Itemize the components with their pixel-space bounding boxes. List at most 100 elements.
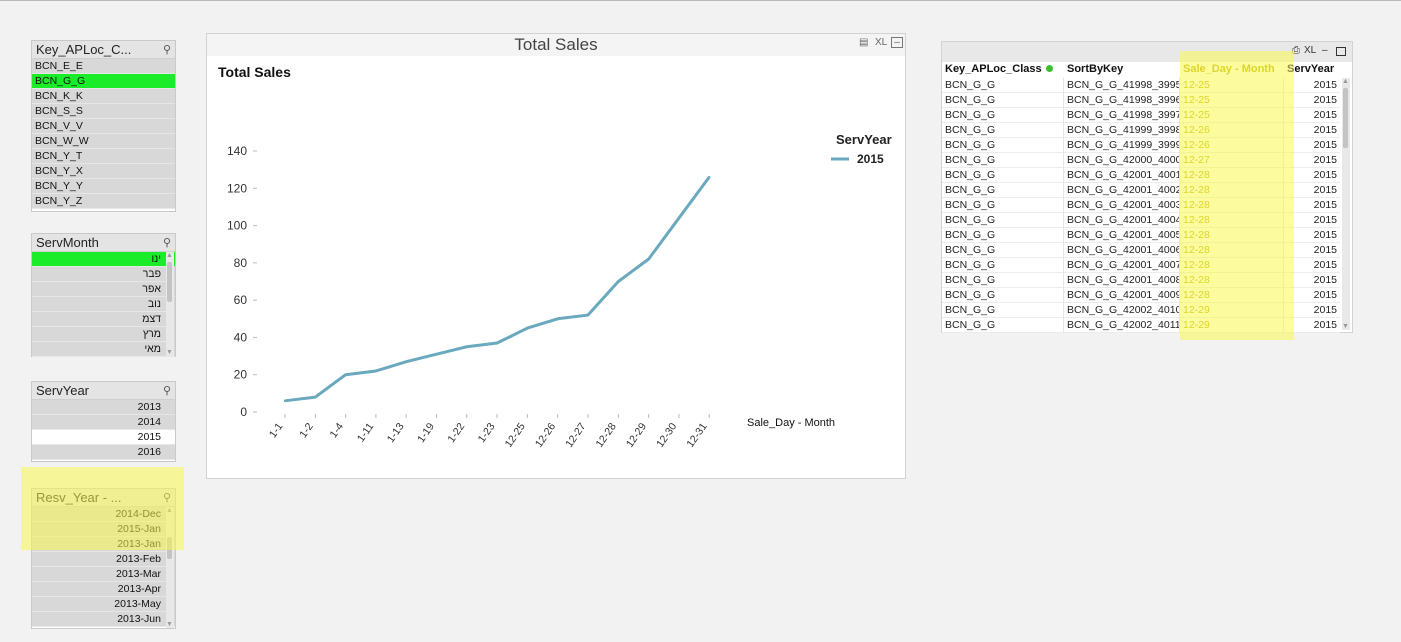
list-item[interactable]: 2013 bbox=[32, 400, 175, 415]
table-row[interactable]: BCN_G_G BCN_G_G_42000_4000 12-27 2015 bbox=[942, 153, 1340, 168]
list-item[interactable]: BCN_Y_Y bbox=[32, 179, 175, 194]
series-line bbox=[284, 176, 711, 403]
table-cell: BCN_G_G_41998_3995 bbox=[1064, 78, 1180, 93]
list-item[interactable]: 2013-Jun bbox=[32, 612, 175, 627]
list-item[interactable]: מאי bbox=[32, 342, 175, 357]
list-item[interactable]: 2013-Apr bbox=[32, 582, 175, 597]
listbox-title: ServYear bbox=[36, 383, 89, 398]
data-point bbox=[647, 257, 650, 261]
list-item[interactable]: מרץ bbox=[32, 327, 175, 342]
list-item[interactable]: BCN_W_W bbox=[32, 134, 175, 149]
list-item[interactable]: נוב bbox=[32, 297, 175, 312]
list-item[interactable]: 2015 bbox=[32, 430, 175, 445]
table-row[interactable]: BCN_G_G BCN_G_G_42001_4004 12-28 2015 bbox=[942, 213, 1340, 228]
listbox-scrollbar[interactable]: ▲ ▼ bbox=[166, 252, 174, 356]
listbox-title: Resv_Year - ... bbox=[36, 490, 122, 505]
search-icon[interactable]: ⚲ bbox=[163, 42, 171, 58]
x-tick-label: 1-13 bbox=[385, 421, 407, 445]
list-item[interactable]: דצמ bbox=[32, 312, 175, 327]
scroll-thumb[interactable] bbox=[1343, 88, 1348, 148]
table-row[interactable]: BCN_G_G BCN_G_G_42001_4005 12-28 2015 bbox=[942, 228, 1340, 243]
list-item[interactable]: 2013-Jan bbox=[32, 537, 175, 552]
x-tick-label: 12-26 bbox=[533, 421, 558, 450]
table-row[interactable]: BCN_G_G BCN_G_G_41998_3995 12-25 2015 bbox=[942, 78, 1340, 93]
list-item[interactable]: אפר bbox=[32, 282, 175, 297]
table-cell: 12-29 bbox=[1180, 318, 1284, 333]
table-cell: 12-28 bbox=[1180, 213, 1284, 228]
scroll-up-icon[interactable]: ▲ bbox=[1342, 78, 1349, 85]
table-row[interactable]: BCN_G_G BCN_G_G_41999_3999 12-26 2015 bbox=[942, 138, 1340, 153]
listbox-title: ServMonth bbox=[36, 235, 99, 250]
data-point bbox=[556, 317, 559, 320]
list-item[interactable]: 2015-Jan bbox=[32, 522, 175, 537]
maximize-icon[interactable] bbox=[1336, 47, 1346, 56]
window-top-border bbox=[0, 0, 1401, 1]
list-item[interactable]: BCN_K_K bbox=[32, 89, 175, 104]
table-row[interactable]: BCN_G_G BCN_G_G_41999_3998 12-26 2015 bbox=[942, 123, 1340, 138]
list-item[interactable]: 2013-Feb bbox=[32, 552, 175, 567]
table-cell: 2015 bbox=[1313, 94, 1337, 106]
list-item[interactable]: 2016 bbox=[32, 445, 175, 460]
table-row[interactable]: BCN_G_G BCN_G_G_42001_4002 12-28 2015 bbox=[942, 183, 1340, 198]
table-row[interactable]: BCN_G_G BCN_G_G_42001_4003 12-28 2015 bbox=[942, 198, 1340, 213]
listbox-scrollbar[interactable]: ▲ ▼ bbox=[166, 507, 174, 628]
table-row[interactable]: BCN_G_G BCN_G_G_42001_4009 12-28 2015 bbox=[942, 288, 1340, 303]
table-row[interactable]: BCN_G_G BCN_G_G_42001_4008 12-28 2015 bbox=[942, 273, 1340, 288]
list-item[interactable]: BCN_Y_T bbox=[32, 149, 175, 164]
table-cell: BCN_G_G bbox=[942, 138, 1064, 153]
table-cell: BCN_G_G_42002_4010 bbox=[1064, 303, 1180, 318]
table-row[interactable]: BCN_G_G BCN_G_G_42001_4006 12-28 2015 bbox=[942, 243, 1340, 258]
column-header[interactable]: Key_APLoc_Class bbox=[942, 62, 1064, 77]
table-cell: BCN_G_G bbox=[942, 288, 1064, 303]
list-item[interactable]: 2014 bbox=[32, 415, 175, 430]
table-row[interactable]: BCN_G_G BCN_G_G_42002_4010 12-29 2015 bbox=[942, 303, 1340, 318]
list-item[interactable]: פבר bbox=[32, 267, 175, 282]
scroll-down-icon[interactable]: ▼ bbox=[1342, 323, 1349, 330]
listbox-header: Key_APLoc_C... ⚲ bbox=[32, 41, 175, 59]
x-tick-label: 1-11 bbox=[355, 421, 377, 445]
print-icon[interactable]: ⎙ bbox=[1292, 45, 1300, 56]
table-toolbar: ⎙ XL – bbox=[942, 42, 1352, 62]
scroll-up-icon[interactable]: ▲ bbox=[166, 252, 173, 259]
table-cell: 2015 bbox=[1313, 259, 1337, 271]
list-item[interactable]: ינו bbox=[32, 252, 175, 267]
listbox-items: BCN_E_E BCN_G_G BCN_K_K BCN_S_S BCN_V_V BCN_W… bbox=[32, 59, 175, 209]
table-cell: BCN_G_G bbox=[942, 93, 1064, 108]
table-cell: 2015 bbox=[1313, 319, 1337, 331]
table-row[interactable]: BCN_G_G BCN_G_G_42001_4001 12-28 2015 bbox=[942, 168, 1340, 183]
table-panel: ⎙ XL – Key_APLoc_Class SortByKey Sale_Da… bbox=[941, 41, 1353, 333]
table-cell: BCN_G_G_41999_3999 bbox=[1064, 138, 1180, 153]
list-item[interactable]: 2014-Dec bbox=[32, 507, 175, 522]
column-header[interactable]: SortByKey bbox=[1064, 62, 1180, 77]
search-icon[interactable]: ⚲ bbox=[163, 490, 171, 506]
column-header[interactable]: ServYear bbox=[1284, 62, 1342, 77]
excel-export-label[interactable]: XL bbox=[1304, 45, 1316, 56]
search-icon[interactable]: ⚲ bbox=[163, 235, 171, 251]
table-row[interactable]: BCN_G_G BCN_G_G_42001_4007 12-28 2015 bbox=[942, 258, 1340, 273]
list-item[interactable]: BCN_Y_Z bbox=[32, 194, 175, 209]
table-row[interactable]: BCN_G_G BCN_G_G_42002_4011 12-29 2015 bbox=[942, 318, 1340, 333]
table-cell: BCN_G_G bbox=[942, 78, 1064, 93]
search-icon[interactable]: ⚲ bbox=[163, 383, 171, 399]
scroll-down-icon[interactable]: ▼ bbox=[166, 621, 173, 628]
list-item[interactable]: BCN_V_V bbox=[32, 119, 175, 134]
list-item[interactable]: BCN_G_G bbox=[32, 74, 175, 89]
table-cell: 12-28 bbox=[1180, 273, 1284, 288]
listbox-items: ינו פבר אפר נוב דצמ מרץ מאי ▲ ▼ bbox=[32, 252, 175, 357]
table-row[interactable]: BCN_G_G BCN_G_G_41998_3997 12-25 2015 bbox=[942, 108, 1340, 123]
table-scrollbar[interactable]: ▲ ▼ bbox=[1342, 78, 1350, 330]
table-row[interactable]: BCN_G_G BCN_G_G_41998_3996 12-25 2015 bbox=[942, 93, 1340, 108]
minimize-icon[interactable]: – bbox=[1322, 45, 1328, 56]
scroll-up-icon[interactable]: ▲ bbox=[166, 507, 173, 514]
list-item[interactable]: BCN_Y_X bbox=[32, 164, 175, 179]
list-item[interactable]: BCN_E_E bbox=[32, 59, 175, 74]
scroll-thumb[interactable] bbox=[167, 262, 172, 302]
scroll-down-icon[interactable]: ▼ bbox=[166, 349, 173, 356]
scroll-thumb[interactable] bbox=[167, 537, 172, 559]
list-item[interactable]: 2013-May bbox=[32, 597, 175, 612]
listbox-header: Resv_Year - ... ⚲ bbox=[32, 489, 175, 507]
list-item[interactable]: 2013-Mar bbox=[32, 567, 175, 582]
table-cell: 2015 bbox=[1313, 289, 1337, 301]
column-header[interactable]: Sale_Day - Month bbox=[1180, 62, 1284, 77]
list-item[interactable]: BCN_S_S bbox=[32, 104, 175, 119]
